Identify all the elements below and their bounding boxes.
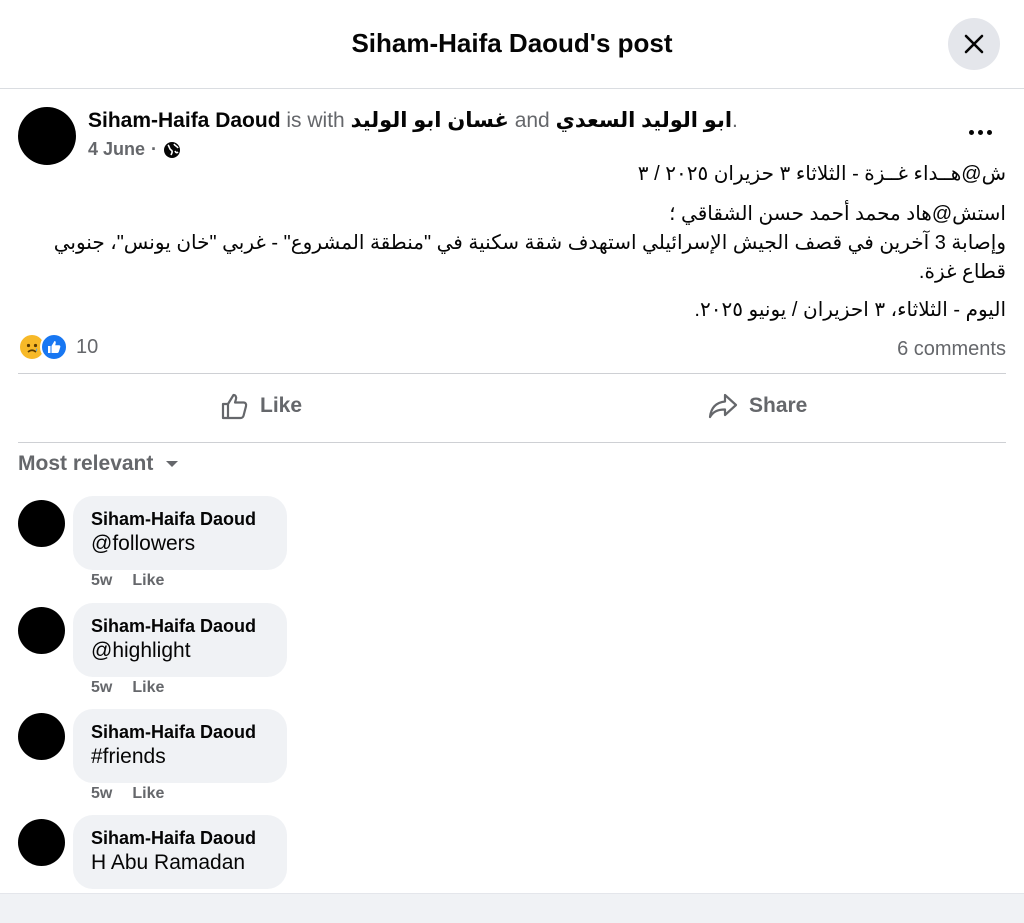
- comment-text: #friends: [91, 745, 166, 768]
- comment-like-button[interactable]: Like: [132, 679, 164, 697]
- close-button[interactable]: [948, 18, 1000, 70]
- comment-item: Siham-Haifa Daoud @followers 5w Like: [18, 496, 418, 596]
- comment-like-button[interactable]: Like: [132, 785, 164, 803]
- post-meta: 4 June ·: [88, 139, 181, 160]
- sort-label: Most relevant: [18, 452, 154, 475]
- comment-bubble: Siham-Haifa Daoud #friends: [73, 709, 287, 783]
- post-date[interactable]: 4 June: [88, 139, 145, 160]
- tagged-user-1[interactable]: غسان ابو الوليد: [351, 109, 509, 132]
- comment-bubble: Siham-Haifa Daoud H Abu Ramadan: [73, 815, 287, 889]
- tagged-user-2[interactable]: ابو الوليد السعدي: [556, 109, 732, 132]
- share-button[interactable]: Share: [707, 384, 807, 428]
- commenter-name[interactable]: Siham-Haifa Daoud: [91, 508, 269, 530]
- post-body-line-2: استش@هاد محمد أحمد حسن الشقاقي ؛: [669, 203, 1006, 225]
- thumbs-up-icon: [221, 393, 248, 420]
- commenter-avatar[interactable]: [18, 500, 65, 547]
- divider: [18, 442, 1006, 443]
- commenter-name[interactable]: Siham-Haifa Daoud: [91, 827, 269, 849]
- post-body-line-1: ش@هــداء غــزة - الثلاثاء ٣ حزيران ٢٠٢٥ …: [637, 163, 1006, 185]
- comment-bubble: Siham-Haifa Daoud @highlight: [73, 603, 287, 677]
- caret-down-icon: [166, 461, 179, 467]
- comment-actions: 5w Like: [91, 785, 164, 803]
- close-icon: [964, 34, 984, 54]
- comment-composer-edge: [0, 893, 1024, 923]
- post-body-line-3: وإصابة 3 آخرين في قصف الجيش الإسرائيلي ا…: [53, 232, 1006, 283]
- share-label: Share: [749, 394, 808, 417]
- globe-icon: [164, 141, 181, 158]
- dialog-title: Siham-Haifa Daoud's post: [351, 28, 673, 58]
- post-body-paragraph: استش@هاد محمد أحمد حسن الشقاقي ؛ وإصابة …: [18, 200, 1006, 287]
- comment-timestamp[interactable]: 5w: [91, 785, 112, 803]
- like-label: Like: [260, 394, 303, 417]
- comment-item: Siham-Haifa Daoud H Abu Ramadan: [18, 815, 418, 893]
- comments-count-link[interactable]: 6 comments: [897, 338, 1006, 361]
- author-name[interactable]: Siham-Haifa Daoud: [88, 109, 281, 132]
- sort-dropdown[interactable]: Most relevant: [18, 452, 179, 476]
- and-text: and: [514, 109, 550, 132]
- commenter-avatar[interactable]: [18, 607, 65, 654]
- dialog-header: Siham-Haifa Daoud's post: [0, 0, 1024, 89]
- comment-timestamp[interactable]: 5w: [91, 679, 112, 697]
- commenter-name[interactable]: Siham-Haifa Daoud: [91, 721, 269, 743]
- author-avatar[interactable]: [18, 107, 76, 165]
- more-icon: [968, 129, 974, 135]
- like-reaction-icon: [40, 333, 68, 361]
- comment-text: H Abu Ramadan: [91, 851, 246, 874]
- with-text: is with: [286, 109, 345, 132]
- comment-actions: 5w Like: [91, 679, 164, 697]
- headline-period: .: [732, 109, 738, 132]
- comment-timestamp[interactable]: 5w: [91, 572, 112, 590]
- commenter-name[interactable]: Siham-Haifa Daoud: [91, 615, 269, 637]
- comment-like-button[interactable]: Like: [132, 572, 164, 590]
- commenter-avatar[interactable]: [18, 713, 65, 760]
- post-headline: Siham-Haifa Daoud is with غسان ابو الولي…: [88, 108, 738, 133]
- comment-text: @highlight: [91, 639, 191, 662]
- meta-separator: ·: [151, 139, 158, 159]
- like-button[interactable]: Like: [220, 384, 302, 428]
- share-arrow-icon: [708, 393, 738, 419]
- comment-item: Siham-Haifa Daoud @highlight 5w Like: [18, 603, 418, 703]
- comment-item: Siham-Haifa Daoud #friends 5w Like: [18, 709, 418, 809]
- comment-actions: 5w Like: [91, 572, 164, 590]
- post-options-button[interactable]: [962, 118, 998, 146]
- divider: [18, 373, 1006, 374]
- comment-text: @followers: [91, 532, 196, 555]
- post-body-line-4: اليوم - الثلاثاء، ٣ احزيران / يونيو ٢٠٢٥…: [694, 299, 1006, 321]
- commenter-avatar[interactable]: [18, 819, 65, 866]
- comment-bubble: Siham-Haifa Daoud @followers: [73, 496, 287, 570]
- reaction-count: 10: [76, 335, 99, 358]
- reactions-summary[interactable]: 10: [18, 333, 98, 361]
